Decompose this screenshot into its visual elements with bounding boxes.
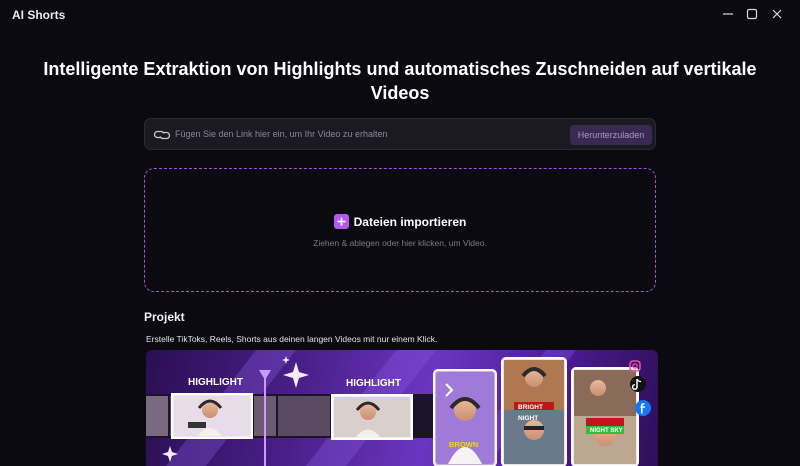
close-icon[interactable] [765, 3, 789, 25]
import-files-button[interactable]: Dateien importieren [145, 214, 655, 229]
download-button[interactable]: Herunterzuladen [570, 125, 652, 145]
maximize-icon[interactable] [740, 3, 764, 25]
link-input-bar: Herunterzuladen [144, 118, 656, 150]
vertical-clip-3 [571, 367, 639, 466]
project-section-title: Projekt [144, 310, 185, 324]
plus-icon [333, 214, 349, 229]
caption-brown: BROWN [449, 440, 478, 449]
highlight-label-2: HIGHLIGHT [346, 378, 401, 389]
highlight-clip-1 [171, 393, 253, 439]
link-input[interactable] [175, 125, 565, 143]
dropzone-hint: Ziehen & ablegen oder hier klicken, um V… [313, 238, 487, 248]
tiktok-icon [630, 376, 646, 392]
vertical-clip-1 [433, 369, 497, 466]
page-headline: Intelligente Extraktion von Highlights u… [43, 59, 757, 103]
facebook-icon [635, 400, 651, 416]
caption-night: NIGHT [518, 415, 538, 422]
caption-night-sky: NIGHT SKY [590, 428, 623, 434]
project-promo-banner[interactable]: HIGHLIGHT HIGHLIGHT BROWN BRIGHT NIGHT N… [146, 350, 658, 466]
title-bar: AI Shorts [0, 0, 800, 30]
link-icon [153, 126, 171, 144]
vertical-clip-2 [501, 357, 567, 466]
highlight-label-1: HIGHLIGHT [188, 377, 243, 388]
app-title: AI Shorts [12, 8, 66, 22]
minimize-icon[interactable] [716, 3, 740, 25]
highlight-clip-2 [331, 394, 413, 440]
file-dropzone[interactable]: Dateien importieren Ziehen & ablegen ode… [144, 168, 656, 292]
caption-bright: BRIGHT [518, 404, 543, 411]
import-files-label: Dateien importieren [353, 214, 467, 229]
project-section-subtitle: Erstelle TikToks, Reels, Shorts aus dein… [146, 334, 438, 344]
promo-illustration: HIGHLIGHT HIGHLIGHT BROWN BRIGHT NIGHT N… [146, 350, 651, 466]
